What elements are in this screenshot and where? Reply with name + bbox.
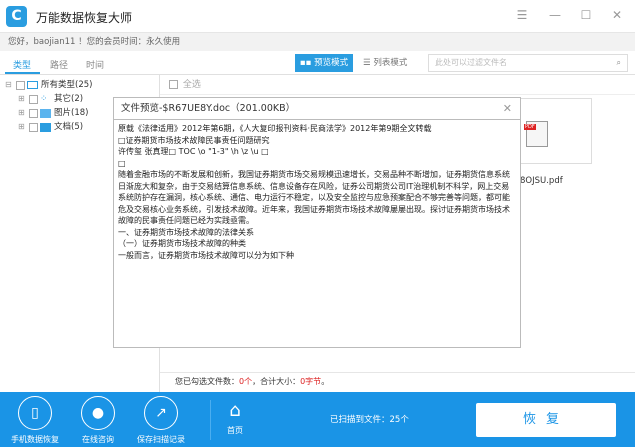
recover-button[interactable]: 恢复	[476, 403, 616, 437]
tree-node-images[interactable]: ⊞ 图片(18)	[18, 106, 88, 120]
checkbox[interactable]	[29, 94, 38, 104]
selected-count: 0个	[239, 377, 253, 386]
checkbox[interactable]	[29, 122, 38, 132]
export-icon: ↗	[144, 396, 178, 430]
tree-node-all[interactable]: ⊟ 所有类型(25)	[5, 78, 92, 92]
file-name[interactable]: 8OJSU.pdf	[520, 176, 563, 186]
save-scan-label: 保存扫描记录	[137, 435, 185, 444]
pdf-icon: PDF	[524, 121, 548, 147]
preview-mode-label: 预览模式	[314, 58, 349, 68]
filter-placeholder: 此处可以过滤文件名	[435, 58, 507, 67]
toolbar: ▪▪ 预览模式 ☰ 列表模式 此处可以过滤文件名 ⌕	[160, 51, 635, 75]
expand-icon[interactable]: ⊞	[18, 120, 27, 134]
grid-icon: ▪▪	[299, 58, 315, 68]
tab-time[interactable]: 时间	[86, 58, 104, 71]
checkbox[interactable]	[29, 108, 38, 118]
pdf-tag: PDF	[524, 124, 536, 130]
tree-label: 图片(18)	[54, 108, 89, 118]
tab-type[interactable]: 类型	[13, 58, 31, 71]
greeting: 您好，baojian11 ！您的会员时间：永久使用	[0, 33, 635, 51]
user-icon: ●	[81, 396, 115, 430]
selection-status: 您已勾选文件数：0个，合计大小：0字节。	[160, 372, 635, 392]
home-icon: ⌂	[229, 400, 241, 421]
status-text: 。	[321, 377, 330, 386]
preview-line: 许传玺 张真理□ TOC \o "1-3" \h \z \u □	[118, 147, 269, 156]
footer-bar: ▯ 手机数据恢复 ● 在线咨询 ↗ 保存扫描记录 ⌂ 首页 已扫描到文件：25个 恢复	[0, 392, 635, 447]
maximize-button[interactable]: ☐	[578, 8, 594, 22]
online-consult-label: 在线咨询	[82, 435, 114, 444]
home-button[interactable]: ⌂ 首页	[205, 400, 265, 436]
filter-input[interactable]: 此处可以过滤文件名 ⌕	[428, 54, 628, 72]
search-icon[interactable]: ⌕	[617, 55, 621, 71]
phone-icon: ▯	[18, 396, 52, 430]
list-mode-label: 列表模式	[373, 58, 408, 68]
minimize-button[interactable]: —	[547, 8, 563, 22]
status-text: 您已勾选文件数：	[175, 377, 239, 386]
image-icon	[40, 108, 51, 118]
file-thumbnail[interactable]: PDF	[520, 98, 592, 164]
close-icon[interactable]: ✕	[503, 98, 512, 120]
list-icon: ☰	[363, 58, 374, 68]
status-text: ，合计大小：	[252, 377, 301, 386]
online-consult-button[interactable]: ● 在线咨询	[68, 396, 128, 445]
save-scan-button[interactable]: ↗ 保存扫描记录	[131, 396, 191, 445]
close-button[interactable]: ✕	[609, 8, 625, 22]
tree-label: 其它(2)	[54, 94, 84, 104]
selected-size: 0字节	[300, 377, 322, 386]
select-all-label: 全选	[182, 80, 201, 90]
select-all-checkbox[interactable]	[169, 80, 178, 89]
file-preview-dialog: 文件预览-$R67UE8Y.doc（201.00KB） ✕ 原载《法律适用》201…	[113, 97, 521, 348]
checkbox[interactable]	[16, 80, 25, 90]
tree-label: 文档(5)	[54, 122, 84, 132]
preview-line: □证券期货市场技术故障民事责任问题研究	[118, 135, 270, 145]
scanned-count: 已扫描到文件：25个	[330, 415, 409, 425]
preview-line: 一、证券期货市场技术故障的法律关系	[118, 227, 254, 237]
computer-icon	[27, 81, 38, 89]
home-label: 首页	[227, 426, 243, 435]
preview-mode-button[interactable]: ▪▪ 预览模式	[295, 54, 353, 72]
preview-line: （一）证券期货市场技术故障的种类	[118, 239, 246, 248]
preview-content: 原载《法律适用》2012年第6期，《人大复印报刊资料·民商法学》2012年第9期…	[114, 120, 520, 264]
active-tab-indicator	[5, 72, 40, 74]
menu-icon[interactable]: ☰	[514, 8, 530, 22]
preview-line: □	[118, 158, 126, 168]
preview-line: 一般而言，证券期货市场技术故障可以分为如下种	[118, 250, 294, 260]
preview-line: 随着金融市场的不断发展和创新，我国证券期货市场交易规模迅速增长，交易品种不断增加…	[118, 170, 510, 225]
preview-line: 原载《法律适用》2012年第6期，《人大复印报刊资料·民商法学》2012年第9期…	[118, 124, 432, 133]
expand-icon[interactable]: ⊞	[18, 92, 27, 106]
tree-node-other[interactable]: ⊞ ⁘ 其它(2)	[18, 92, 83, 106]
collapse-icon[interactable]: ⊟	[5, 78, 14, 92]
select-all[interactable]: 全选	[160, 75, 635, 95]
tab-path[interactable]: 路径	[50, 58, 68, 71]
mobile-recovery-label: 手机数据恢复	[11, 435, 59, 444]
grid-icon: ⁘	[40, 93, 48, 104]
app-logo-icon: C	[6, 6, 27, 27]
tree-label: 所有类型(25)	[41, 80, 93, 90]
mobile-recovery-button[interactable]: ▯ 手机数据恢复	[5, 396, 65, 445]
tab-bar: 类型 路径 时间	[0, 51, 160, 75]
list-mode-button[interactable]: ☰ 列表模式	[363, 54, 421, 72]
preview-title: 文件预览-$R67UE8Y.doc（201.00KB）	[121, 103, 296, 114]
folder-icon	[40, 122, 51, 132]
expand-icon[interactable]: ⊞	[18, 106, 27, 120]
title-bar: C 万能数据恢复大师 ☰ — ☐ ✕	[0, 0, 635, 33]
app-title: 万能数据恢复大师	[36, 11, 133, 25]
tree-node-documents[interactable]: ⊞ 文档(5)	[18, 120, 83, 134]
